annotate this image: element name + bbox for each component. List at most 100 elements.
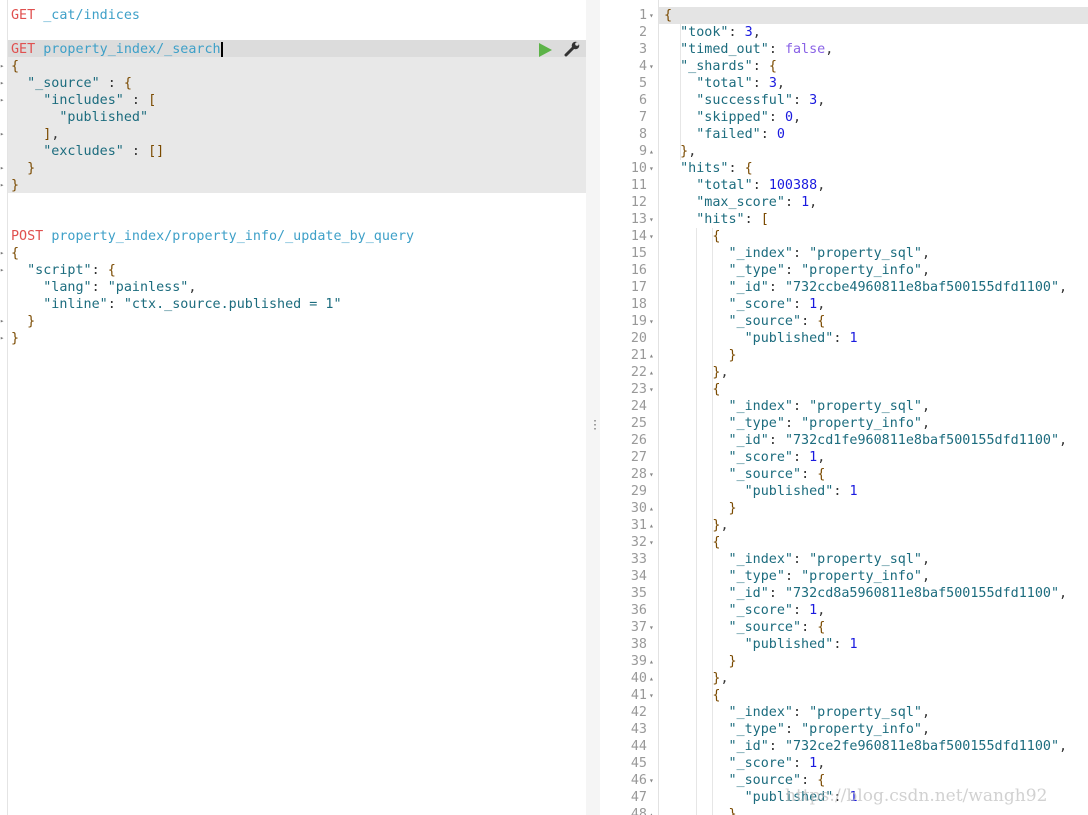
request-body-line[interactable]: "_source" : { (11, 75, 132, 92)
request-body-line[interactable]: } (11, 160, 35, 177)
fold-collapse-icon[interactable]: ▾ (649, 7, 657, 24)
line-number: 11 (630, 178, 647, 193)
token: "timed_out" (680, 42, 769, 57)
token: "property_sql" (809, 246, 922, 261)
fold-expand-icon[interactable]: ▴ (649, 806, 657, 815)
token: "property_info" (801, 569, 922, 584)
token: "published" (744, 331, 834, 346)
request-body-line[interactable]: { (11, 58, 19, 75)
fold-collapse-icon[interactable]: ▾ (649, 313, 657, 330)
token: , (817, 450, 826, 465)
token: "property_info" (801, 263, 922, 278)
fold-collapse-icon[interactable]: ▾ (649, 687, 657, 704)
fold-collapse-icon[interactable]: ▾ (649, 228, 657, 245)
play-icon[interactable] (539, 43, 552, 57)
fold-collapse-icon[interactable]: ▾ (649, 772, 657, 789)
request-body-line[interactable]: { (11, 245, 19, 262)
fold-collapse-icon[interactable]: ▾ (649, 381, 657, 398)
line-number: 33 (630, 552, 647, 567)
fold-toggle-icon[interactable]: ▸ (0, 262, 6, 279)
fold-collapse-icon[interactable]: ▾ (649, 211, 657, 228)
token: "_score" (728, 603, 794, 618)
fold-expand-icon[interactable]: ▴ (649, 653, 657, 670)
request-line[interactable]: GET _cat/indices (11, 7, 140, 24)
fold-expand-icon[interactable]: ▴ (649, 143, 657, 160)
token: , (922, 569, 931, 584)
fold-expand-icon[interactable]: ▴ (649, 347, 657, 364)
request-line[interactable]: POST property_index/property_info/_updat… (11, 228, 414, 245)
fold-toggle-icon[interactable]: ▸ (0, 126, 6, 143)
token: , (817, 756, 826, 771)
fold-toggle-icon[interactable]: ▸ (0, 160, 6, 177)
response-line: "_score": 1, (664, 449, 826, 466)
request-body-line[interactable]: "published" (11, 109, 148, 126)
pane-resizer[interactable] (586, 0, 600, 815)
resize-grip-icon[interactable]: ··· (592, 417, 598, 435)
fold-expand-icon[interactable]: ▴ (649, 500, 657, 517)
fold-toggle-icon[interactable]: ▸ (0, 245, 6, 262)
request-editor[interactable]: GET _cat/indices GET property_index/_sear… (0, 0, 586, 815)
line-number: 44 (630, 739, 647, 754)
token: : (752, 178, 761, 193)
line-number: 38 (630, 637, 647, 652)
token: "hits" (680, 161, 729, 176)
request-body-line[interactable]: ], (11, 126, 59, 143)
response-line: "_source": { (664, 619, 826, 636)
token: , (51, 127, 60, 142)
request-body-line[interactable]: "lang": "painless", (11, 279, 196, 296)
request-body-line[interactable]: } (11, 177, 19, 194)
wrench-icon[interactable] (563, 41, 581, 57)
response-line: "_score": 1, (664, 602, 826, 619)
line-number: 1 (638, 8, 647, 23)
token: "_index" (728, 552, 794, 567)
token: "_id" (728, 586, 769, 601)
request-body-line[interactable]: } (11, 330, 19, 347)
fold-collapse-icon[interactable]: ▾ (649, 534, 657, 551)
fold-expand-icon[interactable]: ▴ (649, 517, 657, 534)
fold-expand-icon[interactable]: ▴ (649, 670, 657, 687)
fold-collapse-icon[interactable]: ▾ (649, 619, 657, 636)
fold-collapse-icon[interactable]: ▾ (649, 58, 657, 75)
request-body-line[interactable]: } (11, 313, 35, 330)
request-line[interactable]: GET property_index/_search (11, 41, 223, 58)
token: , (825, 42, 834, 57)
fold-toggle-icon[interactable]: ▸ (0, 58, 6, 75)
line-number: 14 (630, 229, 647, 244)
fold-collapse-icon[interactable]: ▾ (649, 466, 657, 483)
fold-toggle-icon[interactable]: ▸ (0, 75, 6, 92)
fold-toggle-icon[interactable]: ▸ (0, 330, 6, 347)
line-number: 12 (630, 195, 647, 210)
request-body-line[interactable]: "inline": "ctx._source.published = 1" (11, 296, 342, 313)
token: : (768, 739, 777, 754)
fold-toggle-icon[interactable]: ▸ (0, 313, 6, 330)
request-url: _cat/indices (43, 8, 140, 23)
token: , (1059, 433, 1068, 448)
fold-expand-icon[interactable]: ▴ (649, 364, 657, 381)
token: { (712, 382, 721, 397)
token: "property_info" (801, 722, 922, 737)
token: "ctx._source.published = 1" (123, 297, 342, 312)
line-number: 19 (630, 314, 647, 329)
fold-collapse-icon[interactable]: ▾ (649, 160, 657, 177)
token: , (188, 280, 197, 295)
request-body-line[interactable]: "script": { (11, 262, 116, 279)
fold-toggle-icon[interactable]: ▸ (0, 92, 6, 109)
fold-toggle-icon[interactable]: ▸ (0, 177, 6, 194)
request-body-line[interactable]: "excludes" : [] (11, 143, 164, 160)
token: 1 (849, 637, 858, 652)
request-body-line[interactable]: "includes" : [ (11, 92, 156, 109)
token: , (922, 722, 931, 737)
token: : (123, 144, 140, 159)
